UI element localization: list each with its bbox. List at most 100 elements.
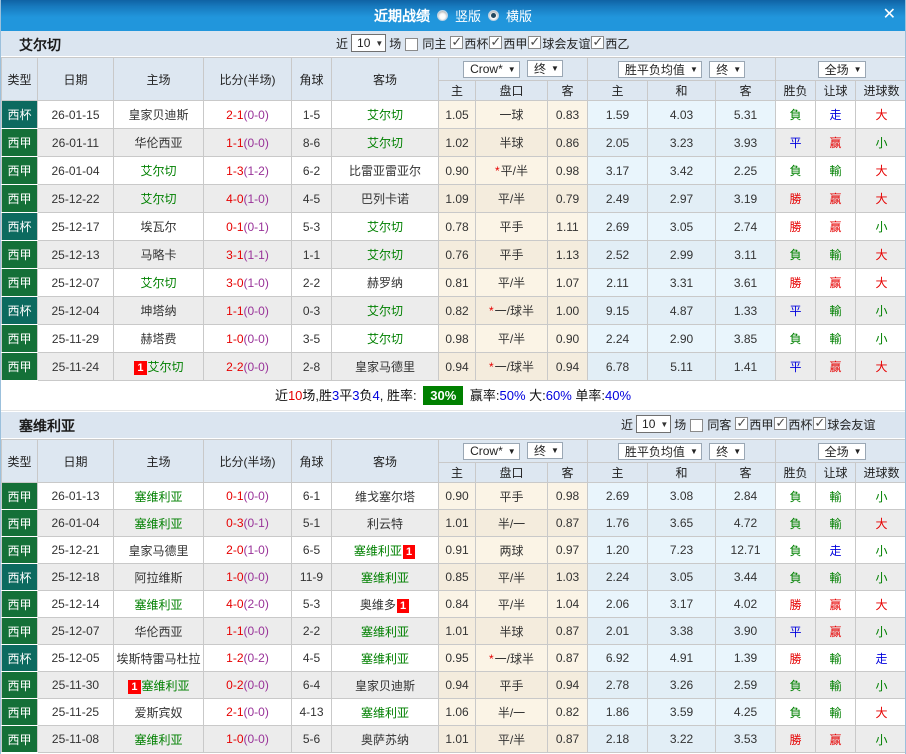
avg-away-cell: 3.11 — [715, 240, 777, 269]
handicap-result-cell: 輸 — [815, 563, 857, 591]
full-match-select[interactable]: 全场 — [817, 60, 866, 78]
wdl-result-cell: 負 — [775, 324, 817, 353]
summary-text: 10 — [287, 388, 303, 403]
avg-home-cell: 2.49 — [587, 184, 649, 213]
wdl-result-cell: 勝 — [775, 212, 817, 241]
league-type-cell: 西甲 — [1, 128, 38, 157]
handicap-result-cell: 輸 — [815, 482, 857, 510]
avg-away-cell: 2.25 — [715, 156, 777, 185]
league-checkbox[interactable] — [735, 415, 749, 431]
match-home-team: 艾尔切 — [113, 184, 204, 213]
same-venue-label[interactable]: 同主 — [422, 35, 446, 52]
league-label[interactable]: 西杯 — [788, 418, 812, 432]
close-icon[interactable]: ✕ — [883, 4, 896, 24]
avg-away-cell: 3.93 — [715, 128, 777, 157]
final-odds-select[interactable]: 终 — [527, 442, 563, 460]
handicap-text: 半球 — [499, 136, 524, 150]
full-time-score: 1-0 — [226, 570, 244, 584]
scope-header: 全场 — [775, 57, 905, 81]
handicap-text: 平手 — [499, 489, 524, 504]
horizontal-layout-radio[interactable] — [488, 10, 499, 21]
goals-result-cell: 大 — [855, 509, 905, 537]
handicap-result-cell: 赢 — [815, 590, 857, 618]
match-home-team: 皇家贝迪斯 — [113, 100, 204, 129]
handicap-text: 平手 — [499, 248, 524, 262]
league-label[interactable]: 球会友谊 — [827, 418, 875, 432]
match-count-select[interactable]: 10 — [351, 34, 387, 52]
avg-away-cell: 12.71 — [715, 536, 777, 564]
avg-home-cell: 1.59 — [587, 100, 649, 129]
rank-badge: 1 — [134, 361, 147, 375]
avg-draw-cell: 3.26 — [647, 671, 717, 699]
vertical-layout-radio[interactable] — [436, 10, 448, 21]
table-row: 西甲 25-11-29 赫塔费 1-0(0-0) 3-5 艾尔切 0.98 平/半 0.90 2.… — [1, 324, 905, 353]
team-name: 塞维利亚 — [134, 516, 183, 531]
home-odds-cell: 1.01 — [438, 617, 476, 645]
avg-draw-cell: 3.38 — [647, 617, 717, 645]
near-label: 近 — [336, 36, 349, 51]
league-checkbox[interactable] — [489, 34, 503, 50]
match-count-select[interactable]: 10 — [636, 415, 672, 433]
wdl-average-select[interactable]: 胜平负均值 — [617, 60, 702, 78]
table-row: 西甲 25-12-14 塞维利亚 4-0(2-0) 5-3 奥维多 1 0.84 平/半 1.04… — [1, 590, 905, 618]
match-home-team: 华伦西亚 — [113, 617, 204, 645]
corner-score: 4-5 — [291, 644, 332, 672]
same-venue-checkbox[interactable] — [405, 37, 419, 51]
section-away-team: 塞维利亚 近 10 场 同客 西甲西杯球会友谊 类型 日期 主场 比分(半场) … — [1, 411, 905, 753]
league-label[interactable]: 西杯 — [464, 37, 488, 51]
league-type-cell: 西甲 — [1, 536, 38, 564]
league-label[interactable]: 球会友谊 — [542, 37, 590, 51]
league-label[interactable]: 西乙 — [605, 37, 629, 51]
handicap-cell: 平/半 — [475, 590, 548, 618]
handicap-cell: 平手 — [475, 212, 548, 241]
odds-source-header: Crow* 终 — [437, 57, 589, 81]
league-label[interactable]: 西甲 — [503, 37, 527, 51]
final-odds-select[interactable]: 终 — [527, 60, 563, 78]
league-checkbox[interactable] — [450, 34, 464, 50]
half-time-score: (2-0) — [243, 597, 269, 611]
avg-away-cell: 4.02 — [715, 590, 777, 618]
handicap-result-cell: 赢 — [815, 128, 857, 157]
vertical-layout-label[interactable]: 竖版 — [455, 6, 481, 25]
same-venue-checkbox[interactable] — [690, 418, 704, 432]
team-name: 塞维利亚 — [360, 705, 409, 720]
corner-score: 4-13 — [291, 698, 332, 726]
league-checkbox[interactable] — [774, 415, 788, 431]
section-header: 塞维利亚 近 10 场 同客 西甲 西杯 球会友谊 — [1, 411, 905, 439]
home-odds-cell: 0.85 — [438, 563, 476, 591]
match-away-team: 利云特 — [331, 509, 439, 537]
subcol-handicap-result: 让球 — [815, 462, 857, 483]
full-match-select[interactable]: 全场 — [817, 442, 866, 460]
avg-draw-cell: 7.23 — [647, 536, 717, 564]
handicap-result-cell: 輸 — [815, 324, 857, 353]
avg-home-cell: 1.86 — [587, 698, 649, 726]
bookmaker-select[interactable]: Crow* — [463, 60, 520, 78]
match-away-team: 塞维利亚 — [331, 644, 439, 672]
match-away-team: 艾尔切 — [331, 324, 439, 353]
away-odds-cell: 0.83 — [546, 100, 589, 129]
section-header: 艾尔切 近 10 场 同主 西杯 西甲 球会友谊 西乙 — [1, 31, 905, 57]
match-score: 1-1(0-0) — [203, 617, 292, 645]
summary-text: 4 — [372, 388, 380, 403]
bookmaker-select[interactable]: Crow* — [463, 442, 520, 460]
avg-away-cell: 2.84 — [715, 482, 777, 510]
league-checkbox[interactable] — [813, 415, 827, 431]
match-date: 25-12-17 — [37, 212, 114, 241]
handicap-cell: 半球 — [475, 128, 548, 157]
league-checkbox[interactable] — [528, 34, 542, 50]
handicap-text: 平/半 — [497, 332, 526, 346]
away-odds-cell: 1.00 — [546, 296, 589, 325]
final-avg-select[interactable]: 终 — [709, 442, 746, 460]
final-avg-select[interactable]: 终 — [709, 60, 746, 78]
half-time-score: (0-1) — [243, 219, 269, 234]
horizontal-layout-label[interactable]: 横版 — [506, 6, 532, 25]
table-row: 西甲 25-12-22 艾尔切 4-0(1-0) 4-5 巴列卡诺 1.09 平/半 0.79 2… — [1, 184, 905, 213]
league-label[interactable]: 西甲 — [749, 418, 773, 432]
same-venue-label[interactable]: 同客 — [707, 416, 731, 433]
summary-text: 3 — [352, 388, 360, 403]
league-checkbox[interactable] — [591, 34, 605, 50]
home-odds-cell: 1.02 — [438, 128, 476, 157]
wdl-average-select[interactable]: 胜平负均值 — [617, 442, 702, 460]
table-row: 西甲 25-11-25 爱斯宾奴 2-1(0-0) 4-13 塞维利亚 1.06 半/一 0.8… — [1, 698, 905, 726]
table-row: 西甲 25-12-07 艾尔切 3-0(1-0) 2-2 赫罗纳 0.81 平/半 1.07 2.… — [1, 268, 905, 297]
